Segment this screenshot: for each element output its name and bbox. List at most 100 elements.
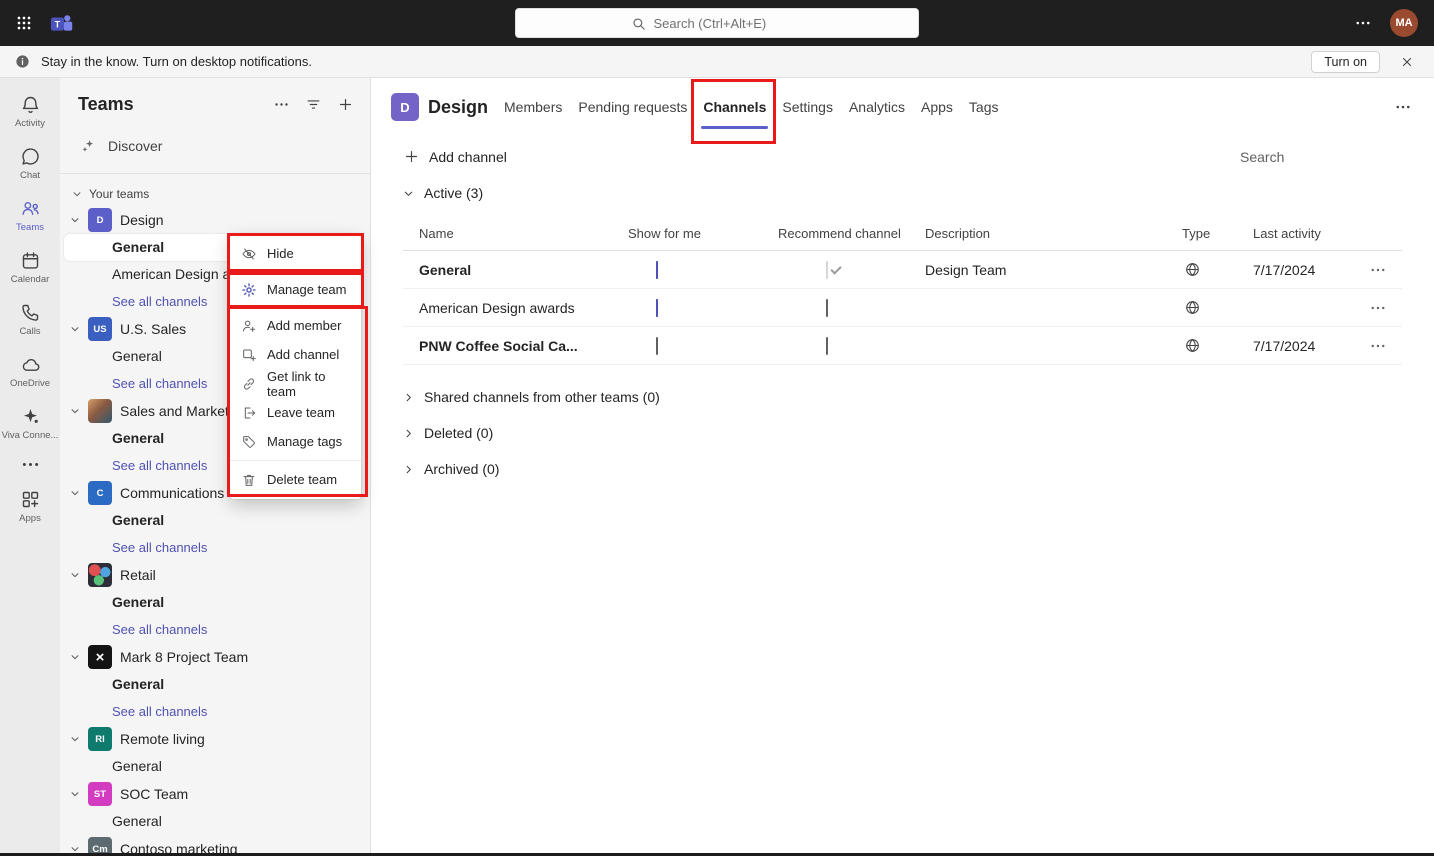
show-for-me-checkbox[interactable] [656,337,658,355]
user-avatar[interactable]: MA [1390,9,1418,37]
your-teams-toggle[interactable]: Your teams [60,174,370,206]
menu-item-label: Manage team [267,282,347,297]
menu-item-leave-team[interactable]: Leave team [230,398,361,427]
team-row-mark-8-project-team[interactable]: Mark 8 Project Team [60,643,370,671]
chevron-down-icon [70,488,80,498]
recommend-channel-checkbox[interactable] [826,337,828,355]
rail-item-apps[interactable]: Apps [0,481,60,533]
team-name: Design [120,212,164,228]
team-row-soc-team[interactable]: ST SOC Team [60,780,370,808]
show-for-me-checkbox[interactable] [656,261,658,279]
tab-settings[interactable]: Settings [781,97,834,117]
close-icon[interactable] [1400,55,1414,69]
rail-item-activity[interactable]: Activity [0,86,60,138]
tag-icon [241,434,257,450]
menu-item-manage-team[interactable]: Manage team [230,275,361,304]
chevron-down-icon [70,570,80,580]
team-row-contoso-marketing[interactable]: Cm Contoso marketing [60,835,370,853]
menu-item-delete-team[interactable]: Delete team [230,465,361,494]
tab-pending-requests[interactable]: Pending requests [577,97,688,117]
team-avatar [88,645,112,669]
person-add-icon [241,318,257,334]
team-row-remote-living[interactable]: Rl Remote living [60,725,370,753]
discover-button[interactable]: Discover [68,129,362,163]
menu-item-add-channel[interactable]: Add channel [230,340,361,369]
your-teams-label: Your teams [89,187,149,201]
app-rail: Activity Chat Teams Calendar Calls OneDr… [0,78,60,853]
teams-logo-icon[interactable]: T [48,10,75,37]
chevron-down-icon [70,734,80,744]
turn-on-button[interactable]: Turn on [1311,51,1380,73]
menu-item-get-link-to-team[interactable]: Get link to team [230,369,361,398]
channels-table: Name Show for me Recommend channel Descr… [403,217,1402,365]
tab-analytics[interactable]: Analytics [848,97,906,117]
last-activity: 7/17/2024 [1253,338,1363,354]
see-all-channels-link[interactable]: See all channels [60,616,370,643]
col-recommend-channel: Recommend channel [778,226,925,241]
menu-item-manage-tags[interactable]: Manage tags [230,427,361,456]
more-options-icon[interactable] [1394,98,1412,116]
team-avatar: Cm [88,837,112,853]
team-name: Sales and Marketing [120,403,248,419]
menu-item-label: Get link to team [267,369,350,399]
filter-icon[interactable] [305,96,322,113]
plus-icon[interactable] [337,96,354,113]
main-panel: D Design Members Pending requests Channe… [371,78,1434,853]
active-tab-indicator [701,126,768,129]
show-for-me-checkbox[interactable] [656,299,658,317]
section-archived[interactable]: Archived (0) [371,451,1434,487]
search-input[interactable] [654,16,804,31]
tab-apps[interactable]: Apps [920,97,954,117]
row-more-icon[interactable] [1369,337,1389,355]
rail-item-onedrive[interactable]: OneDrive [0,346,60,398]
channel-item-general[interactable]: General [60,589,370,616]
team-row-retail[interactable]: Retail [60,561,370,589]
see-all-channels-link[interactable]: See all channels [60,534,370,561]
rail-label: Calls [19,326,40,337]
channel-item-general[interactable]: General [60,808,370,835]
topbar-search[interactable] [515,8,919,38]
channel-item-general[interactable]: General [60,753,370,780]
channel-name: PNW Coffee Social Ca... [419,338,628,354]
channel-item-general[interactable]: General [60,671,370,698]
channel-item-general[interactable]: General [60,507,370,534]
rail-item-calendar[interactable]: Calendar [0,242,60,294]
team-avatar: D [391,93,419,121]
team-row-design[interactable]: D Design [60,206,370,234]
see-all-channels-link[interactable]: See all channels [60,698,370,725]
add-channel-button[interactable]: Add channel [403,148,507,165]
tab-tags[interactable]: Tags [968,97,1000,117]
recommend-channel-checkbox[interactable] [826,299,828,317]
channel-search[interactable] [1240,149,1404,165]
cloud-icon [20,354,41,375]
section-shared-channels[interactable]: Shared channels from other teams (0) [371,379,1434,415]
col-last-activity: Last activity [1253,226,1363,241]
more-options-icon[interactable] [1354,14,1372,32]
apps-icon [20,489,41,510]
row-more-icon[interactable] [1369,261,1389,279]
menu-item-add-member[interactable]: Add member [230,311,361,340]
menu-item-hide[interactable]: Hide [230,239,361,268]
banner-message: Stay in the know. Turn on desktop notifi… [41,54,312,69]
tab-members[interactable]: Members [503,97,563,117]
rail-item-teams[interactable]: Teams [0,190,60,242]
row-more-icon[interactable] [1369,299,1389,317]
app-launcher-icon[interactable] [16,15,32,31]
channel-search-input[interactable] [1240,149,1421,165]
section-deleted[interactable]: Deleted (0) [371,415,1434,451]
tab-channels[interactable]: Channels [702,97,767,117]
rail-item-viva-connections[interactable]: Viva Conne... [0,398,60,450]
rail-item-chat[interactable]: Chat [0,138,60,190]
table-row: American Design awards [403,289,1402,327]
section-label: Active (3) [424,185,483,201]
rail-label: Chat [20,170,40,181]
team-name: U.S. Sales [120,321,186,337]
calendar-icon [20,250,41,271]
team-avatar: C [88,481,112,505]
rail-item-calls[interactable]: Calls [0,294,60,346]
section-label: Deleted (0) [424,425,493,441]
section-active[interactable]: Active (3) [371,175,1434,211]
sidebar-more-icon[interactable] [273,96,290,113]
rail-more-button[interactable] [0,450,60,481]
col-description: Description [925,226,1182,241]
